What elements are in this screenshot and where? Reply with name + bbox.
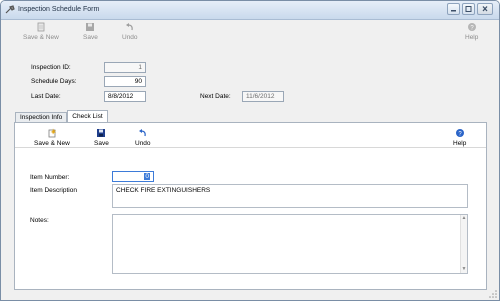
inspection-schedule-window: Inspection Schedule Form Save & New Save	[0, 0, 500, 301]
new-document-icon	[47, 128, 57, 138]
notes-field[interactable]: ▲ ▼	[112, 214, 468, 274]
next-date-field[interactable]: 11/6/2012	[242, 91, 284, 102]
notes-scrollbar[interactable]: ▲ ▼	[460, 215, 467, 273]
undo-label: Undo	[122, 34, 138, 41]
last-date-field[interactable]: 8/8/2012	[104, 91, 146, 102]
checklist-toolbar: Save & New Save Undo ? Help	[15, 126, 486, 148]
help-icon: ?	[455, 128, 465, 138]
minimize-icon	[451, 10, 456, 12]
help-label: Help	[465, 34, 479, 41]
window-title: Inspection Schedule Form	[18, 6, 100, 13]
maximize-button[interactable]	[462, 3, 475, 15]
scroll-down-icon[interactable]: ▼	[461, 266, 467, 273]
undo-icon	[138, 128, 148, 138]
new-document-icon	[36, 22, 46, 32]
help-icon: ?	[467, 22, 477, 32]
resize-grip-icon[interactable]	[489, 290, 497, 298]
app-icon	[5, 5, 15, 14]
title-bar[interactable]: Inspection Schedule Form	[1, 1, 499, 20]
check-list-panel: Save & New Save Undo ? Help Item Number:…	[14, 122, 487, 290]
save-button[interactable]: Save	[83, 22, 98, 41]
checklist-help-button[interactable]: ? Help	[453, 128, 466, 147]
help-button[interactable]: ? Help	[465, 22, 478, 41]
next-date-label: Next Date:	[200, 93, 231, 100]
close-button[interactable]	[477, 3, 493, 15]
checklist-save-new-button[interactable]: Save & New	[34, 128, 70, 147]
checklist-undo-label: Undo	[135, 140, 151, 147]
item-description-value: CHECK FIRE EXTINGUISHERS	[116, 187, 211, 194]
item-number-label: Item Number:	[30, 174, 70, 181]
checklist-save-new-label: Save & New	[34, 140, 70, 147]
item-description-field[interactable]: CHECK FIRE EXTINGUISHERS	[112, 184, 468, 208]
save-new-label: Save & New	[23, 34, 59, 41]
schedule-days-field[interactable]: 90	[104, 76, 146, 87]
close-icon	[482, 6, 488, 12]
item-number-value: 0	[144, 173, 150, 180]
checklist-save-button[interactable]: Save	[94, 128, 109, 147]
checklist-save-label: Save	[94, 140, 109, 147]
main-toolbar: Save & New Save Undo ? Help	[1, 20, 499, 46]
save-new-button[interactable]: Save & New	[23, 22, 59, 41]
scroll-up-icon[interactable]: ▲	[461, 215, 467, 222]
last-date-label: Last Date:	[31, 93, 61, 100]
checklist-help-label: Help	[453, 140, 467, 147]
save-icon	[85, 22, 95, 32]
restore-icon	[465, 6, 472, 12]
save-label: Save	[83, 34, 98, 41]
inspection-id-field[interactable]: 1	[104, 62, 146, 73]
item-description-label: Item Description	[30, 187, 77, 194]
save-icon	[96, 128, 106, 138]
minimize-button[interactable]	[447, 3, 460, 15]
checklist-undo-button[interactable]: Undo	[135, 128, 151, 147]
undo-button[interactable]: Undo	[122, 22, 138, 41]
undo-icon	[125, 22, 135, 32]
inspection-id-label: Inspection ID:	[31, 64, 71, 71]
notes-label: Notes:	[30, 217, 49, 224]
schedule-days-label: Schedule Days:	[31, 78, 77, 85]
item-number-field[interactable]: 0	[112, 171, 154, 182]
